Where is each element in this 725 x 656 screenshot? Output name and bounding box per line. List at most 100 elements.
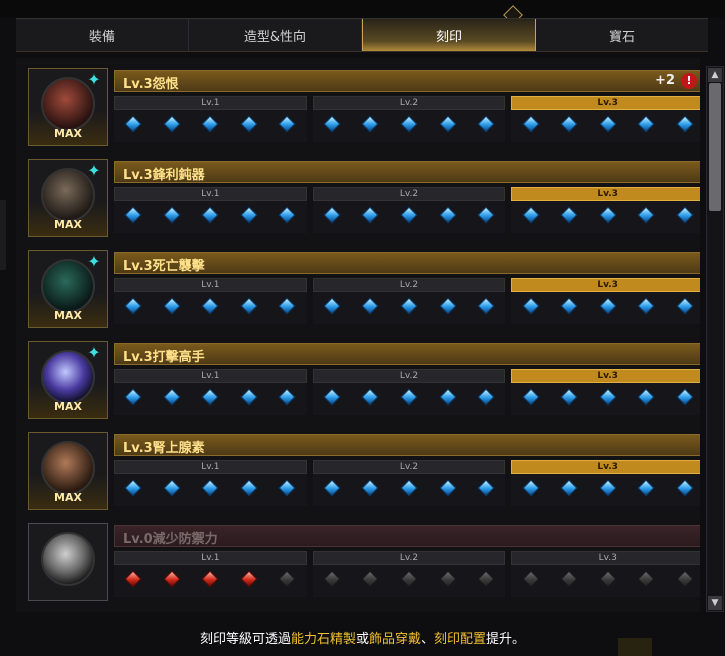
filled-gem-icon bbox=[361, 206, 379, 224]
engraving-row[interactable]: ✦ MAX Lv.3鋒利鈍器 Lv.1 Lv.2 Lv.3 bbox=[28, 159, 700, 239]
filled-gem-icon bbox=[522, 206, 540, 224]
gem-slots bbox=[313, 565, 506, 588]
max-label: MAX bbox=[54, 400, 82, 413]
tab-equipment[interactable]: 裝備 bbox=[16, 19, 189, 51]
filled-gem-icon bbox=[361, 388, 379, 406]
filled-gem-icon bbox=[477, 115, 495, 133]
filled-gem-icon bbox=[278, 206, 296, 224]
filled-gem-icon bbox=[240, 388, 258, 406]
negative-gem-icon bbox=[124, 570, 142, 588]
filled-gem-icon bbox=[323, 206, 341, 224]
filled-gem-icon bbox=[124, 115, 142, 133]
engraving-row[interactable]: ✦ MAX Lv.3怨恨 +2! Lv.1 Lv.2 Lv.3 bbox=[28, 68, 700, 148]
level-label: Lv.1 bbox=[114, 278, 307, 292]
filled-gem-icon bbox=[637, 206, 655, 224]
filled-gem-icon bbox=[560, 388, 578, 406]
background-fragment bbox=[618, 638, 652, 656]
filled-gem-icon bbox=[163, 115, 181, 133]
filled-gem-icon bbox=[439, 479, 457, 497]
filled-gem-icon bbox=[201, 388, 219, 406]
filled-gem-icon bbox=[323, 479, 341, 497]
level-track: Lv.2 bbox=[312, 551, 506, 597]
scroll-down-icon[interactable]: ▼ bbox=[708, 596, 722, 610]
filled-gem-icon bbox=[637, 479, 655, 497]
level-track: Lv.1 bbox=[114, 187, 307, 233]
filled-gem-icon bbox=[439, 388, 457, 406]
level-label: Lv.1 bbox=[114, 96, 307, 110]
filled-gem-icon bbox=[201, 297, 219, 315]
hit-master-engraving-icon[interactable]: ✦ MAX bbox=[28, 341, 108, 419]
filled-gem-icon bbox=[676, 388, 694, 406]
gem-slots bbox=[114, 383, 307, 406]
compass-badge-icon: ✦ bbox=[87, 343, 101, 362]
empty-gem-icon bbox=[637, 570, 655, 588]
filled-gem-icon bbox=[522, 479, 540, 497]
filled-gem-icon bbox=[599, 297, 617, 315]
filled-gem-icon bbox=[560, 297, 578, 315]
level-label: Lv.3 bbox=[511, 96, 700, 110]
bonus-points: +2 bbox=[655, 73, 675, 88]
engraving-title-bar: Lv.3打擊高手 bbox=[114, 343, 700, 365]
filled-gem-icon bbox=[599, 115, 617, 133]
keen-blunt-weapon-engraving-icon[interactable]: ✦ MAX bbox=[28, 159, 108, 237]
footer-hint: 刻印等級可透過能力石精製或飾品穿戴、刻印配置提升。 bbox=[0, 628, 725, 647]
grudge-engraving-icon[interactable]: ✦ MAX bbox=[28, 68, 108, 146]
engraving-title: Lv.0減少防禦力 bbox=[123, 532, 218, 547]
ambush-master-engraving-icon[interactable]: ✦ MAX bbox=[28, 250, 108, 328]
gem-slots bbox=[511, 110, 700, 133]
filled-gem-icon bbox=[599, 479, 617, 497]
filled-gem-icon bbox=[400, 297, 418, 315]
filled-gem-icon bbox=[124, 388, 142, 406]
filled-gem-icon bbox=[560, 115, 578, 133]
level-label: Lv.2 bbox=[312, 551, 506, 565]
accessory-link: 飾品穿戴 bbox=[368, 632, 421, 647]
scroll-thumb[interactable] bbox=[709, 83, 721, 211]
warning-icon[interactable]: ! bbox=[681, 73, 697, 89]
engraving-row[interactable]: ✦ MAX Lv.3打擊高手 Lv.1 Lv.2 Lv.3 bbox=[28, 341, 700, 421]
level-track: Lv.3 bbox=[511, 551, 700, 597]
tab-gems[interactable]: 寶石 bbox=[536, 19, 708, 51]
level-track: Lv.2 bbox=[312, 278, 506, 324]
gem-slots bbox=[511, 565, 700, 588]
filled-gem-icon bbox=[163, 297, 181, 315]
scroll-up-icon[interactable]: ▲ bbox=[708, 68, 722, 82]
engraving-row[interactable]: Lv.0減少防禦力 Lv.1 Lv.2 Lv.3 bbox=[28, 523, 700, 603]
filled-gem-icon bbox=[323, 297, 341, 315]
footer-text: 提升。 bbox=[486, 632, 526, 647]
filled-gem-icon bbox=[124, 479, 142, 497]
filled-gem-icon bbox=[201, 479, 219, 497]
level-track: Lv.3 bbox=[511, 460, 700, 506]
negative-gem-icon bbox=[163, 570, 181, 588]
level-track: Lv.1 bbox=[114, 460, 307, 506]
level-track: Lv.1 bbox=[114, 278, 307, 324]
filled-gem-icon bbox=[522, 297, 540, 315]
filled-gem-icon bbox=[400, 115, 418, 133]
filled-gem-icon bbox=[477, 206, 495, 224]
filled-gem-icon bbox=[201, 206, 219, 224]
defense-reduction-engraving-icon[interactable] bbox=[28, 523, 108, 601]
level-label: Lv.2 bbox=[312, 96, 506, 110]
engraving-title: Lv.3腎上腺素 bbox=[123, 441, 205, 456]
filled-gem-icon bbox=[477, 388, 495, 406]
filled-gem-icon bbox=[240, 297, 258, 315]
engraving-row[interactable]: MAX Lv.3腎上腺素 Lv.1 Lv.2 Lv.3 bbox=[28, 432, 700, 512]
filled-gem-icon bbox=[400, 479, 418, 497]
filled-gem-icon bbox=[323, 388, 341, 406]
scrollbar[interactable]: ▲ ▼ bbox=[706, 66, 724, 612]
level-track: Lv.1 bbox=[114, 96, 307, 142]
filled-gem-icon bbox=[560, 206, 578, 224]
tab-appearance[interactable]: 造型&性向 bbox=[189, 19, 362, 51]
tab-engraving[interactable]: 刻印 bbox=[362, 19, 536, 51]
filled-gem-icon bbox=[400, 206, 418, 224]
filled-gem-icon bbox=[522, 115, 540, 133]
adrenaline-engraving-icon[interactable]: MAX bbox=[28, 432, 108, 510]
engraving-row[interactable]: ✦ MAX Lv.3死亡襲擊 Lv.1 Lv.2 Lv.3 bbox=[28, 250, 700, 330]
filled-gem-icon bbox=[400, 388, 418, 406]
empty-gem-icon bbox=[599, 570, 617, 588]
empty-gem-icon bbox=[361, 570, 379, 588]
filled-gem-icon bbox=[676, 297, 694, 315]
gem-slots bbox=[114, 292, 307, 315]
engraving-title: Lv.3打擊高手 bbox=[123, 350, 205, 365]
filled-gem-icon bbox=[477, 297, 495, 315]
max-label: MAX bbox=[54, 309, 82, 322]
